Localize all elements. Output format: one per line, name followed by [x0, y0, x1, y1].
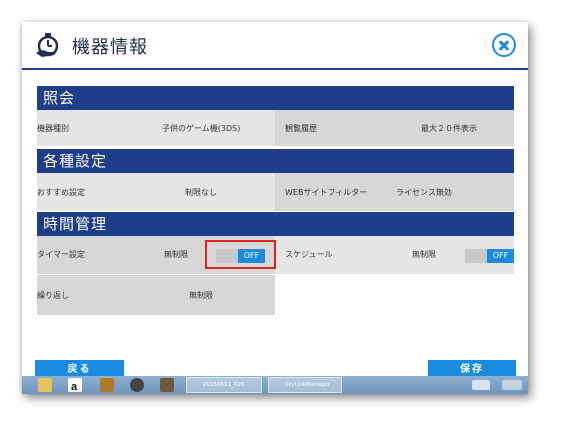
clock-hand-icon: [36, 33, 59, 57]
camera-icon[interactable]: [130, 378, 144, 392]
repeat-label: 繰り返し: [37, 291, 69, 300]
system-tray-icon[interactable]: [502, 380, 522, 390]
taskbar-task-skylink[interactable]: SkyLinkManager: [268, 377, 342, 393]
web-filter-value[interactable]: ライセンス無効: [396, 187, 452, 198]
repeat-row: 繰り返し 無制限: [37, 275, 275, 315]
section-settings-header: 各種設定: [37, 149, 514, 173]
device-type-value: 子供のゲーム機(3DS): [162, 124, 241, 133]
keyboard-icon[interactable]: [472, 380, 490, 390]
header-divider: [22, 68, 528, 70]
recommend-label: おすすめ設定: [37, 188, 85, 197]
media-icon[interactable]: [100, 378, 114, 392]
repeat-value: 無制限: [189, 291, 213, 300]
page-title: 機器情報: [72, 37, 148, 58]
taskbar: a 20150611_026... SkyLinkManager: [22, 376, 528, 394]
history-value: 最大２０件表示: [421, 124, 477, 133]
svg-text:a: a: [71, 381, 78, 393]
settings-row: おすすめ設定 制限なし WEBサイトフィルター ライセンス無効: [37, 173, 514, 211]
section-inquiry-header: 照会: [37, 86, 514, 110]
timer-label: タイマー設定: [37, 250, 85, 259]
taskbar-task-image[interactable]: 20150611_026...: [186, 377, 262, 393]
timer-toggle-highlight: [205, 240, 276, 269]
timer-value: 無制限: [164, 250, 188, 259]
photo-icon[interactable]: [160, 378, 174, 392]
schedule-label: スケジュール: [285, 250, 333, 259]
schedule-value: 無制限: [412, 250, 436, 259]
device-type-label: 機器種別: [37, 124, 69, 133]
web-filter-label: WEBサイトフィルター: [285, 188, 368, 197]
close-icon[interactable]: [492, 33, 516, 57]
header: 機器情報: [22, 22, 528, 68]
section-time-header: 時間管理: [37, 212, 514, 236]
inquiry-row: 機器種別 子供のゲーム機(3DS) 観覧履歴 最大２０件表示: [37, 110, 514, 146]
schedule-toggle-state: OFF: [487, 249, 514, 263]
history-label: 観覧履歴: [285, 124, 317, 133]
folder-icon[interactable]: [38, 378, 52, 392]
recommend-value[interactable]: 制限なし: [185, 187, 217, 198]
amazon-icon[interactable]: a: [68, 378, 82, 393]
device-info-window: 機器情報 照会 機器種別 子供のゲーム機(3DS) 観覧履歴 最大２０件表示 各…: [22, 22, 528, 394]
schedule-toggle[interactable]: OFF: [465, 249, 514, 263]
